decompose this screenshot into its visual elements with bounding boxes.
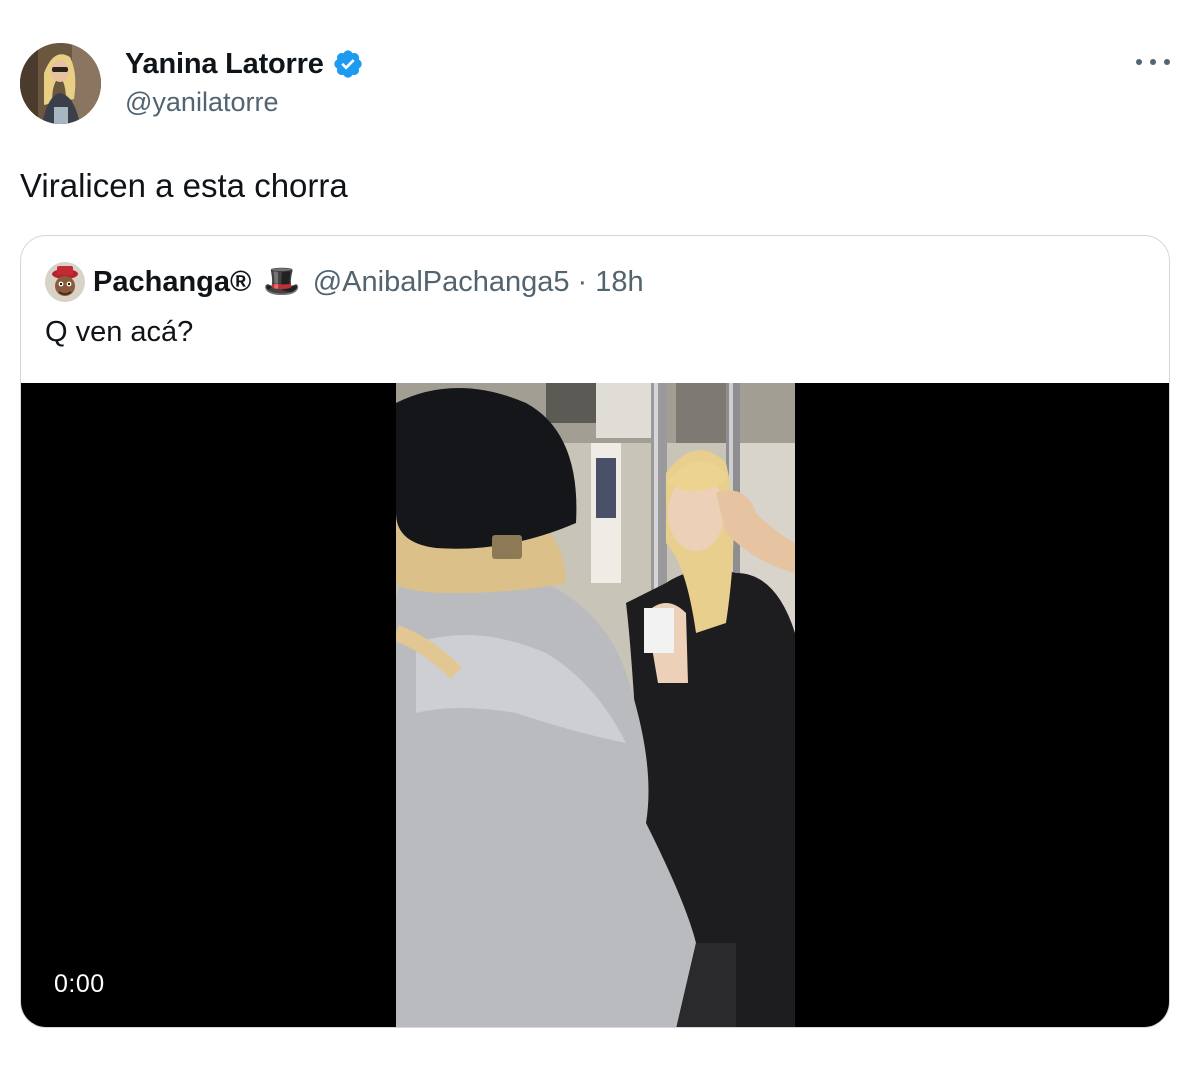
top-hat-emoji: 🎩 — [263, 265, 301, 298]
quoted-tweet[interactable]: Pachanga® 🎩 @AnibalPachanga5 · 18h Q ven… — [20, 235, 1170, 1028]
more-dot — [1164, 59, 1170, 65]
quoted-author-name[interactable]: Pachanga® — [93, 266, 251, 299]
quoted-author-avatar-image — [45, 262, 85, 302]
video-thumbnail — [396, 383, 795, 1027]
video-player[interactable]: 0:00 — [21, 383, 1169, 1027]
author-avatar[interactable] — [20, 43, 101, 124]
verified-badge-icon — [334, 50, 362, 78]
tweet-text: Viralicen a esta chorra — [20, 167, 348, 204]
more-dot — [1136, 59, 1142, 65]
quoted-author-handle[interactable]: @AnibalPachanga5 — [313, 266, 570, 299]
author-avatar-image — [20, 43, 101, 124]
quoted-author-avatar[interactable] — [45, 262, 85, 302]
quoted-tweet-text: Q ven acá? — [45, 316, 194, 348]
author-name-row: Yanina Latorre — [125, 44, 364, 84]
quoted-tweet-header: Pachanga® 🎩 @AnibalPachanga5 · 18h — [45, 262, 644, 302]
separator-dot: · — [577, 265, 588, 298]
more-options-icon[interactable] — [1136, 52, 1170, 72]
author-handle[interactable]: @yanilatorre — [125, 87, 278, 118]
more-dot — [1150, 59, 1156, 65]
author-name[interactable]: Yanina Latorre — [125, 48, 324, 81]
video-frame — [396, 383, 795, 1027]
video-timecode: 0:00 — [54, 970, 105, 998]
quoted-tweet-time[interactable]: 18h — [595, 266, 643, 299]
